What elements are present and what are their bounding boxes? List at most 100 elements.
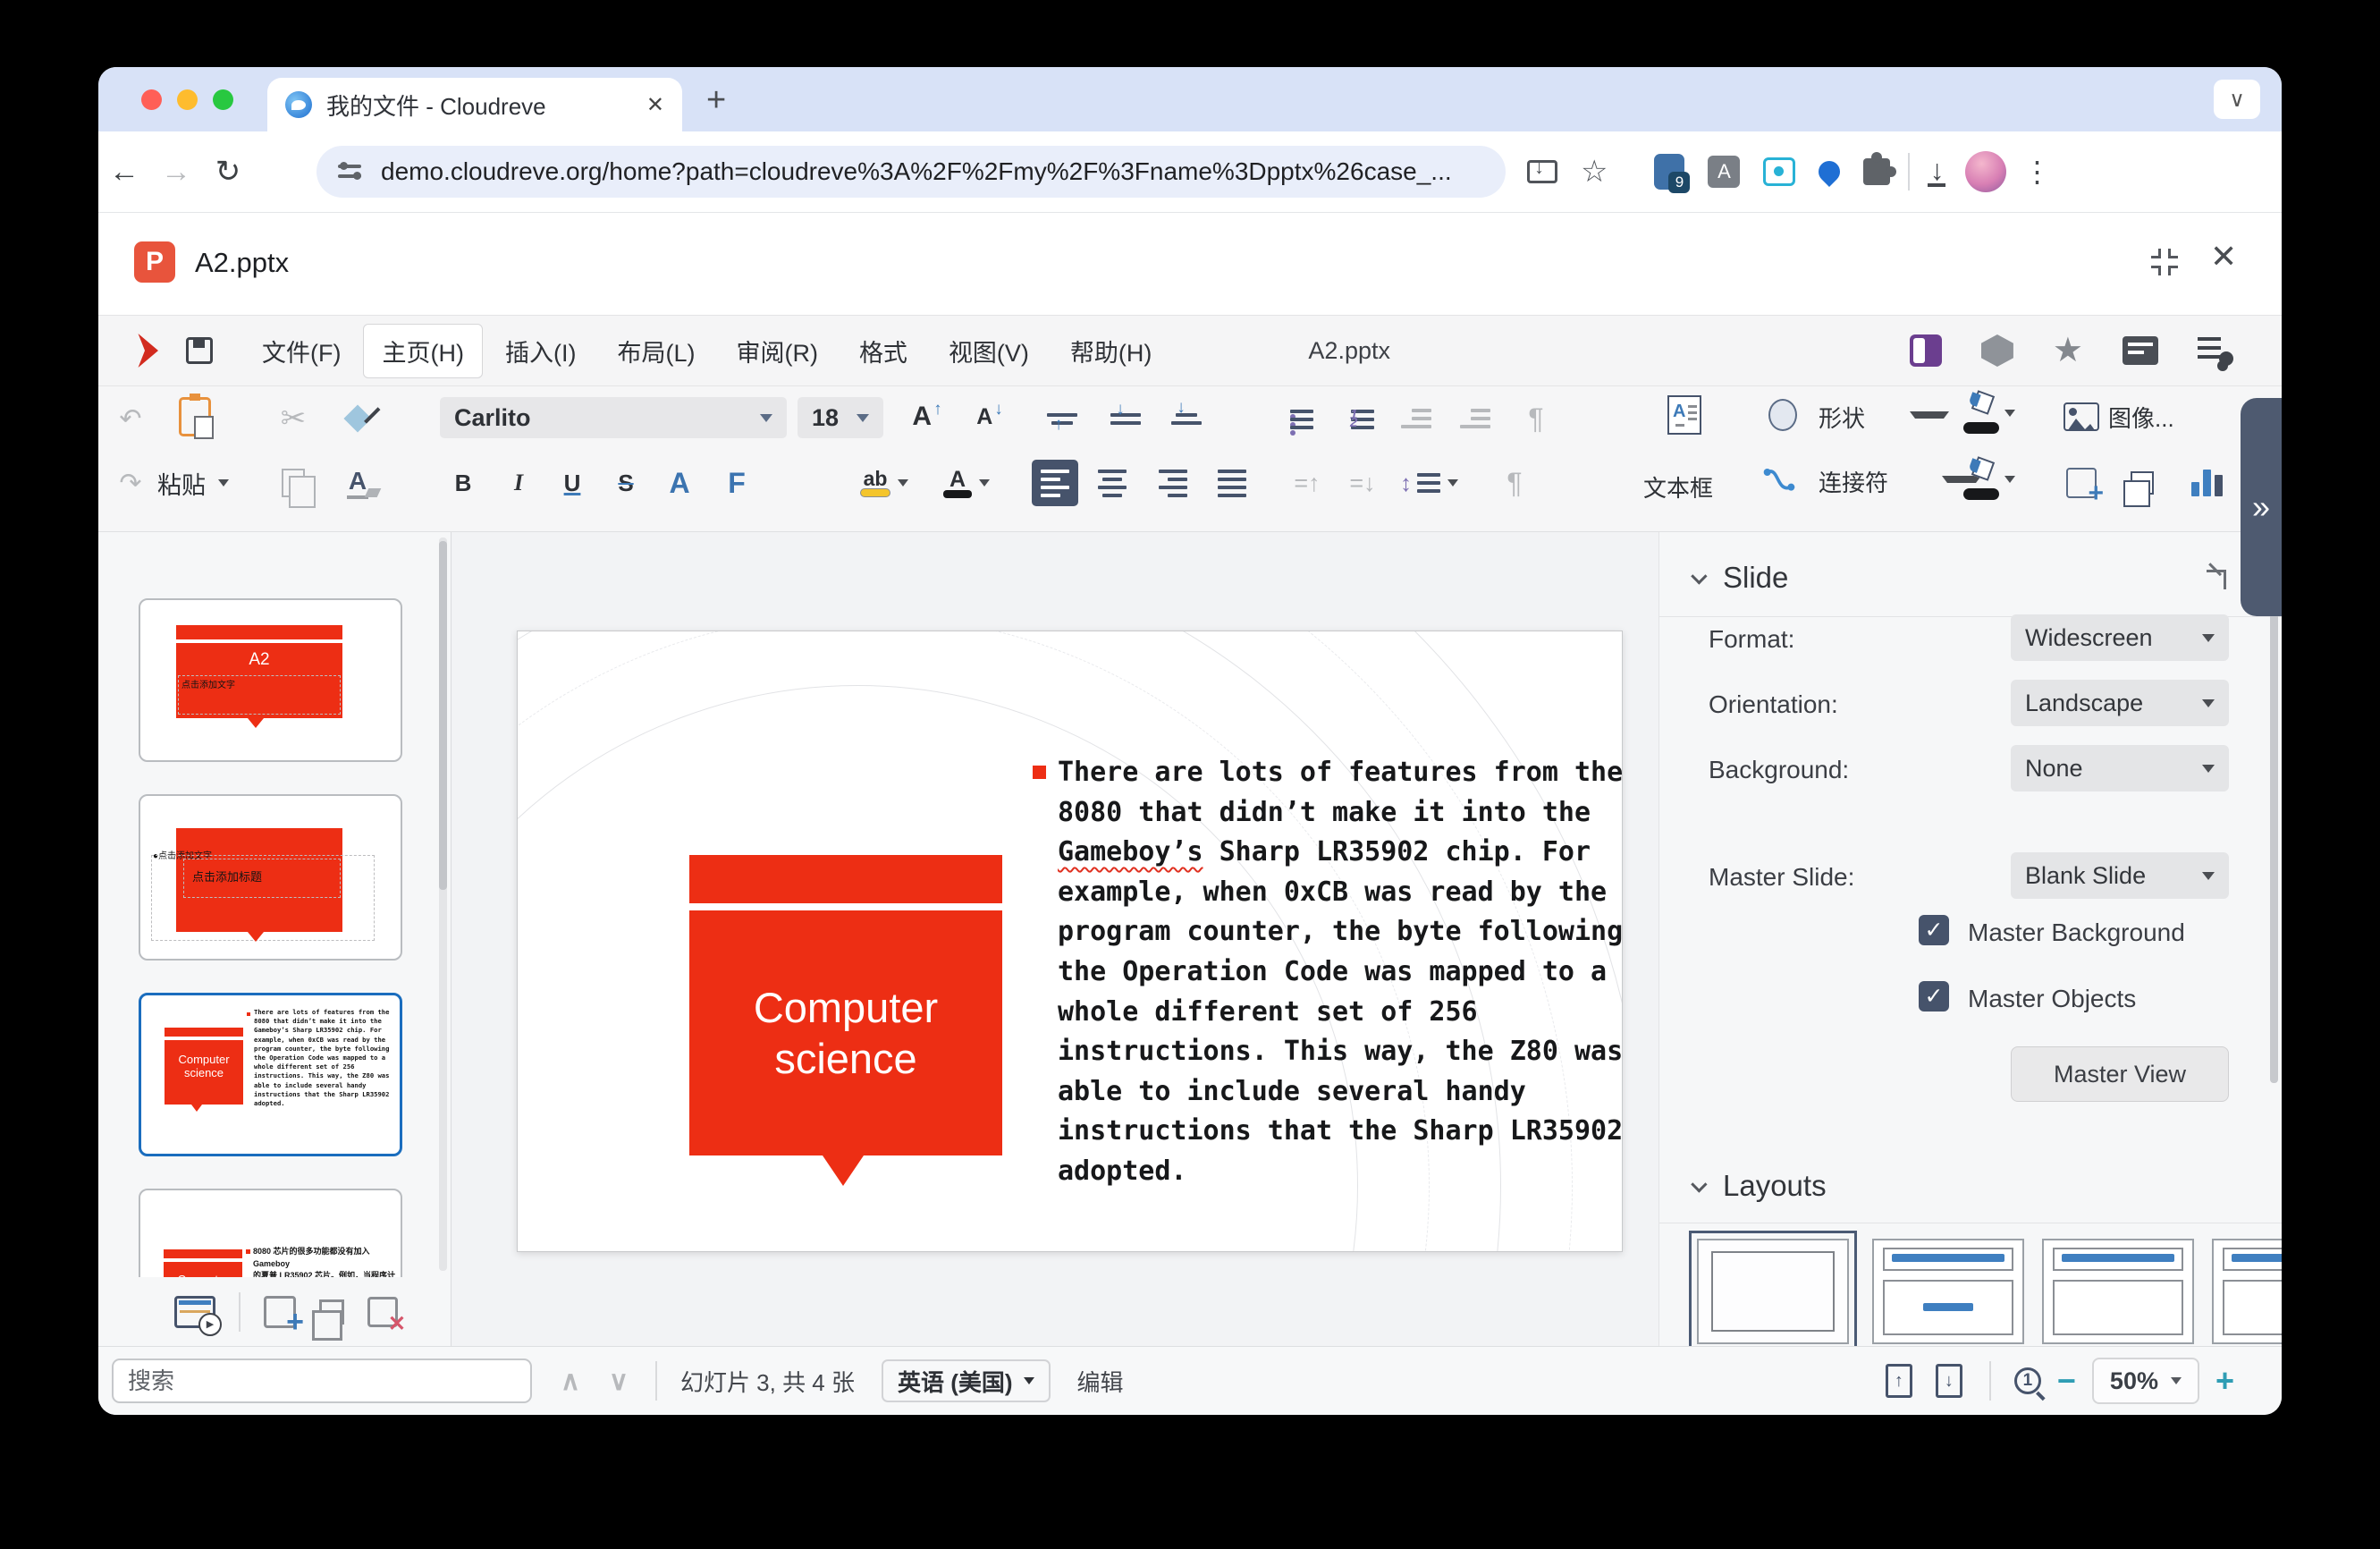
slide-thumbnail-1[interactable]: A2 点击添加文字 bbox=[139, 598, 402, 762]
valign-bottom-icon[interactable]: ↓ bbox=[1159, 395, 1203, 442]
slide-thumbnail-2[interactable]: ●点击添加文字 点击添加标题 bbox=[139, 794, 402, 961]
mac-zoom-button[interactable] bbox=[213, 89, 233, 110]
zoom-100-icon[interactable]: 1 bbox=[2013, 1367, 2041, 1394]
zoom-level-select[interactable]: 50% bbox=[2091, 1358, 2199, 1404]
panel-scrollbar-thumb[interactable] bbox=[2270, 539, 2278, 1083]
extension-a-icon[interactable]: A bbox=[1708, 156, 1741, 188]
paragraph-mark-icon[interactable]: ¶ bbox=[1516, 395, 1556, 442]
bold-icon[interactable]: B bbox=[443, 460, 483, 506]
bullet-list-icon[interactable] bbox=[1277, 394, 1316, 440]
font-color-icon[interactable]: A bbox=[943, 460, 990, 506]
line-spacing-icon[interactable]: ↕ bbox=[1400, 460, 1458, 506]
connector-icon[interactable] bbox=[1760, 458, 1799, 504]
menu-tab-insert[interactable]: 插入(I) bbox=[486, 324, 595, 378]
find-previous-icon[interactable]: ∧ bbox=[561, 1366, 580, 1397]
find-next-icon[interactable]: ∨ bbox=[609, 1366, 629, 1397]
tab-search-chevron-icon[interactable]: ∨ bbox=[2214, 80, 2260, 119]
strikethrough-icon[interactable]: S bbox=[606, 460, 646, 506]
align-right-icon[interactable] bbox=[1153, 460, 1193, 506]
slide-body-text[interactable]: There are lots of features from the 8080… bbox=[1058, 753, 1622, 1192]
downloads-icon[interactable]: ↓ bbox=[1928, 156, 1946, 187]
forward-icon[interactable]: → bbox=[150, 155, 202, 190]
layout-blank-selected[interactable] bbox=[1689, 1231, 1857, 1346]
highlight-color-icon[interactable]: ab bbox=[860, 460, 908, 506]
comments-card-icon[interactable] bbox=[2123, 336, 2158, 365]
font-size-select[interactable]: 18 bbox=[798, 397, 883, 438]
layout-title-only[interactable] bbox=[2042, 1239, 2194, 1344]
language-button[interactable]: 英语 (美国) bbox=[881, 1359, 1051, 1402]
redo-icon[interactable]: ↷ bbox=[111, 460, 150, 506]
paste-button[interactable]: 粘贴 bbox=[157, 460, 229, 506]
chart-icon[interactable] bbox=[2187, 458, 2226, 504]
decrease-font-icon[interactable]: A ↓ bbox=[970, 394, 1009, 440]
zoom-out-icon[interactable]: − bbox=[2057, 1362, 2076, 1400]
copy-icon[interactable] bbox=[274, 460, 316, 508]
thumbnails-scrollbar-thumb[interactable] bbox=[439, 541, 447, 890]
favorites-star-icon[interactable]: ★ bbox=[2053, 334, 2083, 368]
panel-popout-icon[interactable] bbox=[2207, 570, 2226, 589]
align-center-icon[interactable] bbox=[1093, 460, 1132, 506]
image-button[interactable]: 图像... bbox=[2108, 394, 2174, 440]
shape-icon[interactable] bbox=[1763, 392, 1802, 438]
tab-close-icon[interactable]: ✕ bbox=[646, 92, 664, 118]
layouts-section-header[interactable]: Layouts bbox=[1691, 1169, 1827, 1203]
search-input[interactable] bbox=[112, 1359, 532, 1403]
start-slideshow-icon[interactable] bbox=[174, 1295, 222, 1336]
title-shape-top-bar[interactable] bbox=[689, 855, 1002, 903]
connector-button[interactable]: 连接符 bbox=[1819, 458, 1888, 504]
columns-icon[interactable]: ¶ bbox=[1495, 460, 1534, 506]
align-justify-icon[interactable] bbox=[1212, 460, 1252, 506]
image-icon[interactable] bbox=[2062, 394, 2101, 440]
extension-drop-icon[interactable] bbox=[1814, 157, 1845, 187]
menu-tab-format[interactable]: 格式 bbox=[840, 324, 926, 378]
bookmark-star-icon[interactable]: ☆ bbox=[1581, 154, 1608, 190]
address-bar[interactable]: demo.cloudreve.org/home?path=cloudreve%3… bbox=[316, 146, 1506, 198]
mac-minimize-button[interactable] bbox=[177, 89, 198, 110]
fit-slide-icon[interactable]: ↑ bbox=[1885, 1364, 1912, 1398]
shape-button[interactable]: 形状 bbox=[1819, 394, 1865, 440]
about-user-icon[interactable] bbox=[2198, 335, 2233, 366]
browser-menu-icon[interactable]: ⋮ bbox=[2022, 155, 2051, 189]
increase-font-icon[interactable]: A ↑ bbox=[907, 394, 947, 440]
increase-indent-icon[interactable] bbox=[1397, 395, 1436, 442]
duplicate-slide-icon[interactable] bbox=[2123, 460, 2162, 507]
add-slide-bottom-icon[interactable] bbox=[264, 1295, 304, 1340]
save-icon[interactable] bbox=[186, 337, 213, 364]
menu-tab-file[interactable]: 文件(F) bbox=[243, 324, 359, 378]
copy-style-icon[interactable] bbox=[338, 395, 377, 442]
format-select[interactable]: Widescreen bbox=[2011, 614, 2229, 661]
move-forward-icon[interactable]: =↑ bbox=[1287, 460, 1327, 506]
extensions-puzzle-icon[interactable] bbox=[1863, 152, 1897, 185]
paste-icon[interactable] bbox=[175, 394, 215, 440]
add-slide-icon[interactable] bbox=[2062, 460, 2104, 509]
slide-thumbnail-3-selected[interactable]: Computer science There are lots of featu… bbox=[139, 993, 402, 1156]
italic-icon[interactable]: I bbox=[499, 460, 538, 506]
valign-middle-icon[interactable]: ↓ bbox=[1098, 395, 1142, 442]
shape-caret-icon[interactable] bbox=[1910, 411, 1949, 419]
install-app-icon[interactable] bbox=[1527, 156, 1557, 183]
align-left-icon[interactable] bbox=[1032, 460, 1078, 506]
menu-tab-view[interactable]: 视图(V) bbox=[930, 324, 1048, 378]
textbox-icon[interactable] bbox=[1665, 392, 1704, 438]
delete-slide-icon[interactable] bbox=[367, 1296, 406, 1337]
cut-icon[interactable]: ✂ bbox=[274, 395, 313, 442]
background-select[interactable]: None bbox=[2011, 745, 2229, 791]
text-effects-icon[interactable]: A bbox=[660, 460, 699, 506]
underline-icon[interactable]: U bbox=[553, 460, 592, 506]
duplicate-slide-bottom-icon[interactable] bbox=[312, 1299, 344, 1341]
clear-style-icon[interactable]: A bbox=[338, 460, 377, 506]
new-tab-button[interactable]: + bbox=[706, 81, 726, 120]
master-background-checkbox[interactable]: ✓ bbox=[1919, 915, 1949, 945]
extension-tv-icon[interactable] bbox=[1763, 157, 1796, 186]
fit-width-icon[interactable]: ↓ bbox=[1935, 1364, 1962, 1398]
font-name-select[interactable]: Carlito bbox=[440, 397, 787, 438]
browser-tab[interactable]: 我的文件 - Cloudreve ✕ bbox=[267, 78, 682, 131]
profile-avatar[interactable] bbox=[1965, 151, 2007, 192]
numbered-list-icon[interactable] bbox=[1338, 394, 1377, 440]
orientation-select[interactable]: Landscape bbox=[2011, 680, 2229, 726]
back-icon[interactable]: ← bbox=[98, 155, 150, 190]
slide-thumbnail-4[interactable]: Computer 8080 芯片的很多功能都没有加入 Gameboy 的夏普 L… bbox=[139, 1189, 402, 1277]
layout-two-content[interactable] bbox=[2212, 1239, 2282, 1344]
site-settings-icon[interactable] bbox=[338, 160, 365, 183]
viewer-close-icon[interactable]: ✕ bbox=[2210, 238, 2237, 275]
